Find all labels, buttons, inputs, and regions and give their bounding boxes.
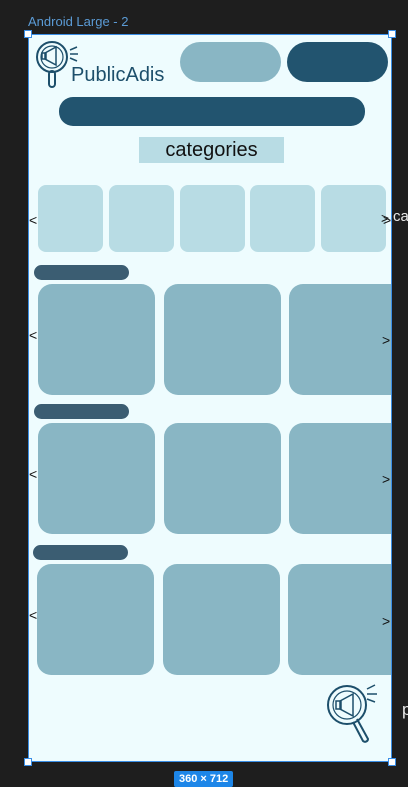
content-card[interactable] xyxy=(288,564,391,675)
section-3-next-arrow[interactable]: > xyxy=(382,614,390,628)
section-1-next-arrow[interactable]: > xyxy=(382,333,390,347)
category-tile[interactable] xyxy=(180,185,245,252)
categories-label: categories xyxy=(139,137,284,163)
section-3-prev-arrow[interactable]: < xyxy=(29,608,37,622)
brand-name: PublicAdis xyxy=(71,64,165,86)
categories-prev-arrow[interactable]: < xyxy=(29,213,37,227)
section-title-bar xyxy=(34,404,129,419)
android-frame[interactable]: PublicAdis categories < > < > < > < > xyxy=(28,34,392,762)
section-title-bar xyxy=(34,265,129,280)
category-tile[interactable] xyxy=(38,185,103,252)
category-tile[interactable] xyxy=(250,185,315,252)
content-card[interactable] xyxy=(38,423,155,534)
header-button-secondary[interactable] xyxy=(180,42,281,82)
content-card[interactable] xyxy=(38,284,155,395)
category-tile[interactable] xyxy=(321,185,386,252)
resize-handle-top-left[interactable] xyxy=(24,30,32,38)
magnifier-megaphone-icon xyxy=(327,684,377,743)
resize-handle-bottom-left[interactable] xyxy=(24,758,32,766)
content-card[interactable] xyxy=(164,423,281,534)
overflow-text-footer: p xyxy=(402,700,408,719)
category-tile[interactable] xyxy=(109,185,174,252)
section-title-bar xyxy=(33,545,128,560)
section-2-prev-arrow[interactable]: < xyxy=(29,467,37,481)
search-bar[interactable] xyxy=(59,97,365,126)
section-2-next-arrow[interactable]: > xyxy=(382,472,390,486)
frame-label[interactable]: Android Large - 2 xyxy=(28,14,128,29)
overflow-text-categories: ca xyxy=(393,208,408,225)
content-card[interactable] xyxy=(163,564,280,675)
content-card[interactable] xyxy=(37,564,154,675)
content-card[interactable] xyxy=(289,423,391,534)
size-badge: 360 × 712 xyxy=(174,771,234,787)
content-card[interactable] xyxy=(164,284,281,395)
categories-next-arrow-edge[interactable]: > xyxy=(381,211,389,225)
content-card[interactable] xyxy=(289,284,391,395)
resize-handle-bottom-right[interactable] xyxy=(388,758,396,766)
header-button-primary[interactable] xyxy=(287,42,388,82)
section-1-prev-arrow[interactable]: < xyxy=(29,328,37,342)
resize-handle-top-right[interactable] xyxy=(388,30,396,38)
